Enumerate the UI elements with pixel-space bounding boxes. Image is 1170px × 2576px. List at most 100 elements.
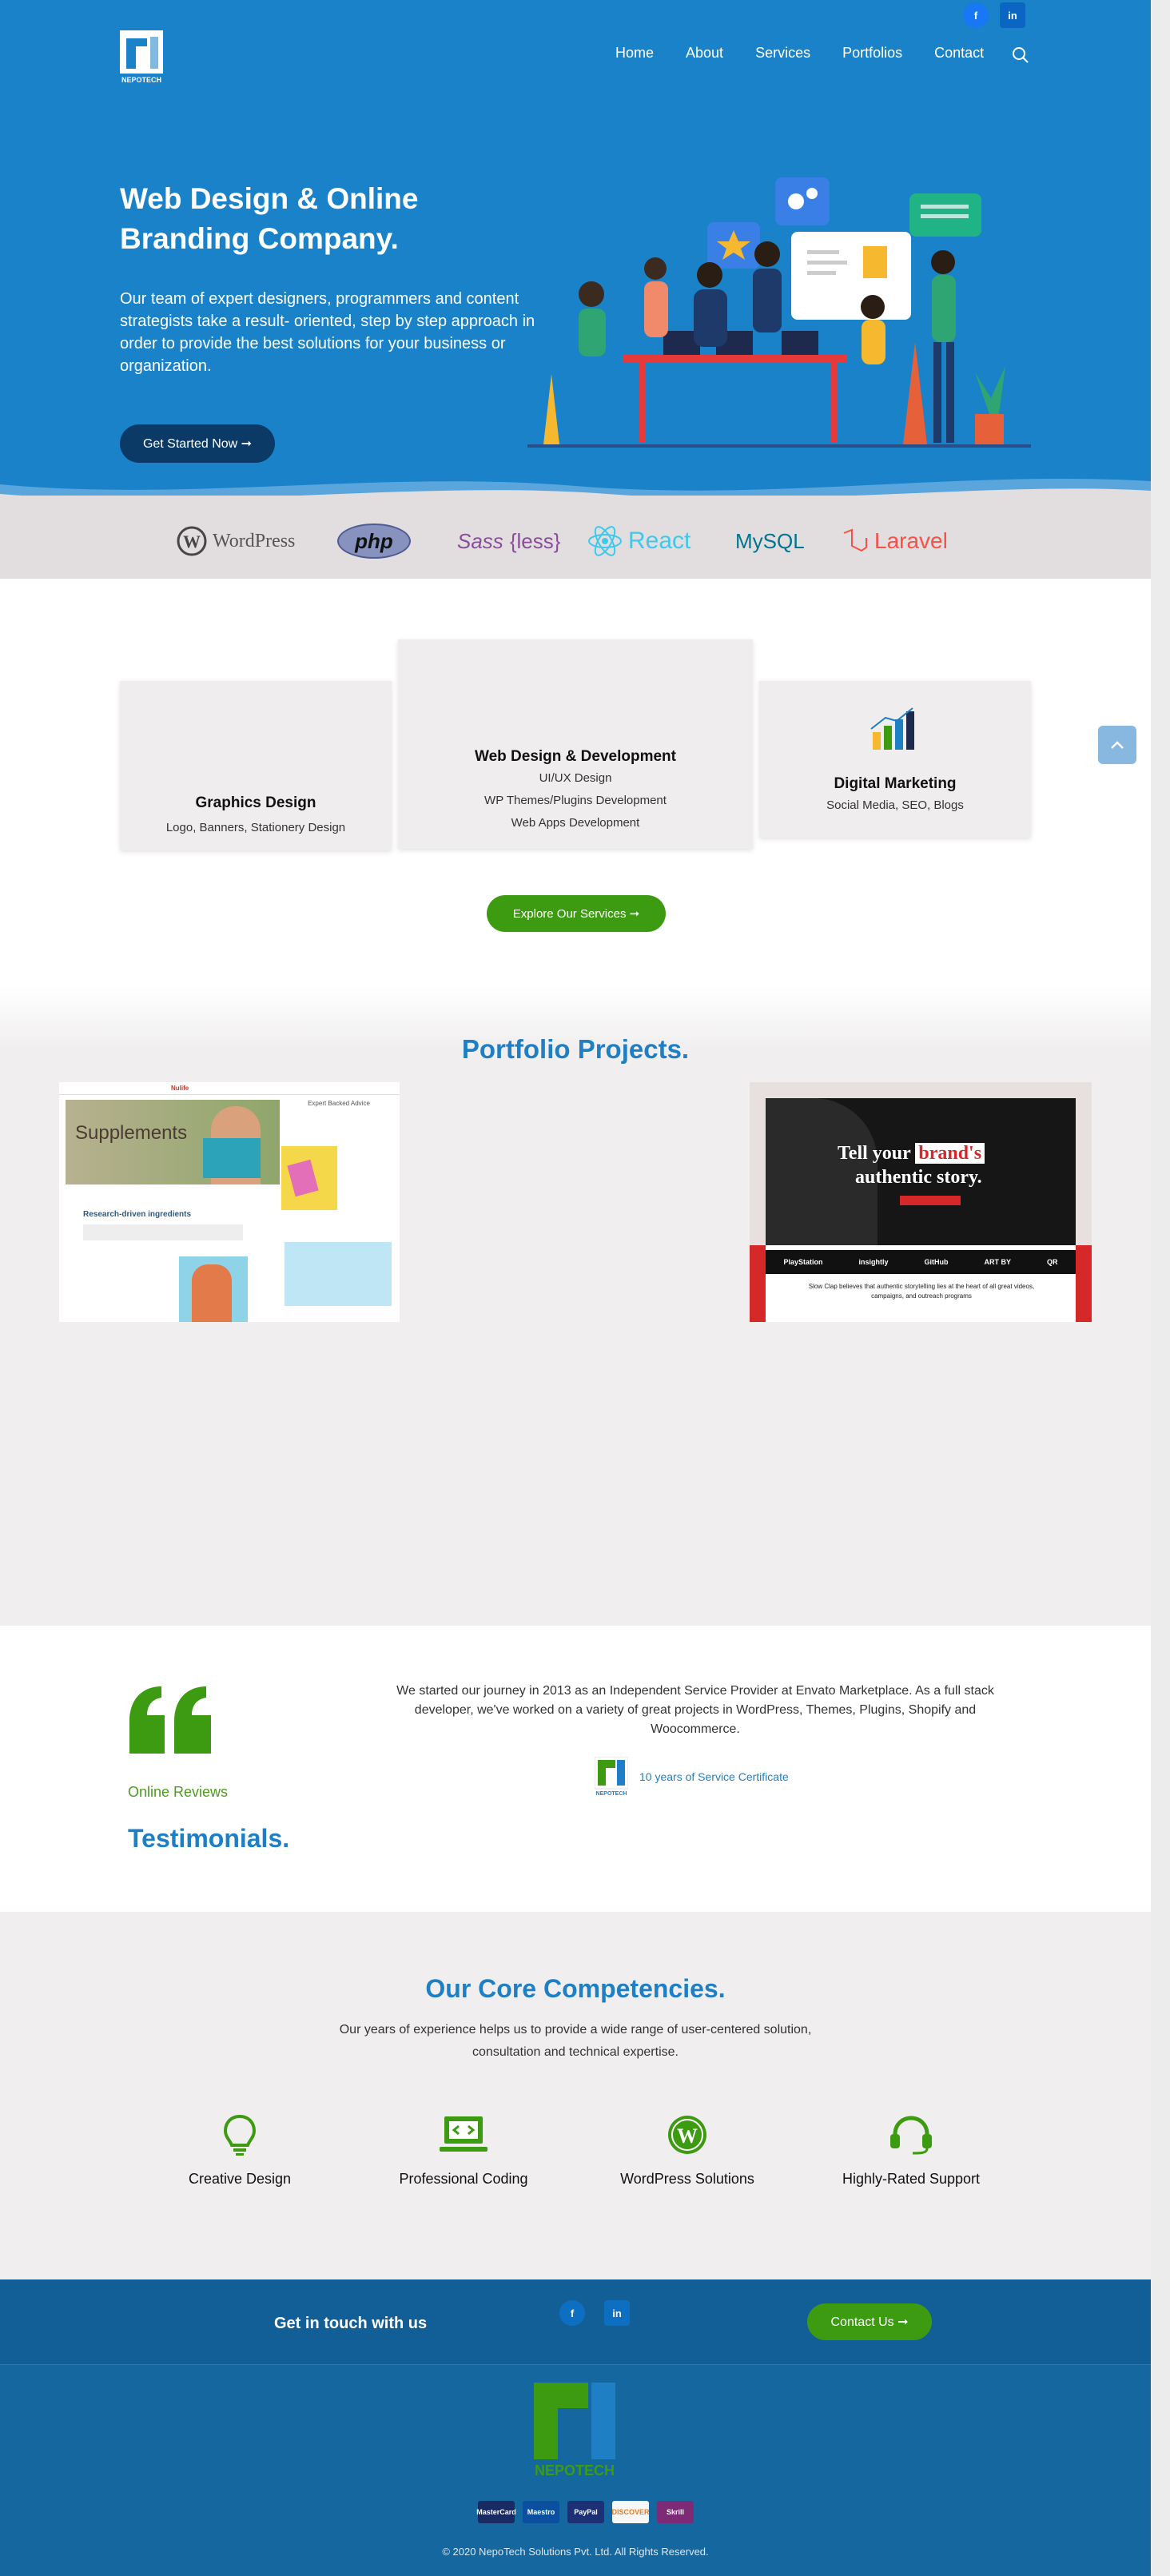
competency-professional-coding: Professional Coding [352, 2113, 575, 2188]
testimonial-text: We started our journey in 2013 as an Ind… [396, 1684, 994, 1736]
nav-portfolios[interactable]: Portfolios [842, 45, 902, 62]
linkedin-icon[interactable]: in [1000, 2, 1025, 28]
testimonials-section: Online Reviews Testimonials. We started … [0, 1626, 1151, 1912]
portfolio-section-label: Research-driven ingredients [83, 1210, 192, 1219]
service-line: Social Media, SEO, Blogs [826, 798, 964, 812]
competencies-section: Our Core Competencies. Our years of expe… [0, 1912, 1151, 2279]
laravel-label: Laravel [874, 528, 948, 553]
partner-artby: ART BY [984, 1258, 1011, 1266]
payment-methods: MasterCard Maestro PayPal DISCOVER Skril… [476, 2501, 694, 2523]
facebook-icon[interactable]: f [963, 2, 989, 28]
competency-creative-design: Creative Design [128, 2113, 352, 2188]
services-section: Graphics Design Logo, Banners, Stationer… [0, 579, 1151, 986]
mysql-logo: MySQL [735, 523, 805, 559]
chevron-up-icon [1111, 741, 1124, 749]
skrill-icon: Skrill [657, 2501, 694, 2523]
portfolio-highlight: brand's [915, 1143, 985, 1164]
portfolio-section: Portfolio Projects. Nulife Supplements E… [0, 986, 1151, 1626]
logo-wordmark: NEPOTECH [121, 76, 161, 84]
partner-insightly: insightly [858, 1258, 889, 1266]
lightbulb-icon [223, 2114, 257, 2156]
page-scrollbar[interactable] [1151, 0, 1170, 2576]
competency-label: Professional Coding [399, 2171, 528, 2187]
service-title: Digital Marketing [834, 775, 957, 792]
footer-logo-wordmark: NEPOTECH [535, 2463, 615, 2478]
portfolio-item-storytelling[interactable]: Tell your brand's authentic story. PlayS… [750, 1082, 1092, 1322]
react-icon [588, 526, 622, 556]
nav-services[interactable]: Services [755, 45, 810, 62]
header-social: f in [963, 2, 1025, 28]
service-card-webdesign[interactable]: Web Design & Development UI/UX Design WP… [398, 639, 753, 849]
linkedin-icon[interactable]: in [604, 2300, 630, 2326]
mastercard-icon: MasterCard [476, 2501, 516, 2523]
laravel-icon [843, 528, 867, 552]
wordpress-icon: W [177, 526, 207, 556]
portfolio-brand: Nulife [59, 1082, 400, 1095]
portfolio-headline: Tell your [838, 1143, 911, 1164]
nav-contact[interactable]: Contact [934, 45, 984, 62]
service-line: WP Themes/Plugins Development [484, 794, 667, 807]
portfolio-item-supplements[interactable]: Nulife Supplements Expert Backed Advice … [59, 1082, 400, 1322]
get-in-touch-label: Get in touch with us [274, 2315, 428, 2332]
certificate-logo-wordmark: NEPOTECH [596, 1791, 627, 1797]
service-line: UI/UX Design [539, 771, 612, 785]
sass-less-logo: Sass {less} [457, 523, 560, 559]
wordpress-logo: W WordPress [176, 523, 295, 559]
tech-logos-strip: W WordPress php Sass {less} React MySQL … [0, 496, 1151, 579]
get-started-button[interactable]: Get Started Now ➞ [120, 424, 275, 463]
partner-github: GitHub [924, 1258, 949, 1266]
certificate-logo: NEPOTECH [595, 1757, 628, 1797]
service-title: Graphics Design [195, 794, 316, 811]
portfolio-heading: Supplements [75, 1122, 188, 1144]
nav-home[interactable]: Home [615, 45, 654, 62]
testimonials-title: Testimonials. [128, 1824, 290, 1853]
service-certificate[interactable]: NEPOTECH 10 years of Service Certificate [595, 1757, 789, 1797]
less-label: {less} [509, 528, 561, 553]
footer-logo[interactable]: NEPOTECH [532, 2381, 617, 2480]
facebook-icon[interactable]: f [559, 2300, 585, 2326]
explore-services-button[interactable]: Explore Our Services ➞ [487, 895, 666, 932]
service-line: Logo, Banners, Stationery Design [165, 821, 346, 834]
quote-icon [129, 1686, 211, 1754]
nepotech-logo[interactable]: NEPOTECH [120, 30, 163, 85]
competency-wordpress: W WordPress Solutions [575, 2113, 799, 2188]
partner-logos: PlayStation insightly GitHub ART BY QR [766, 1250, 1076, 1274]
php-label: php [337, 524, 411, 559]
headset-icon [890, 2116, 932, 2155]
service-card-marketing[interactable]: Digital Marketing Social Media, SEO, Blo… [759, 681, 1031, 838]
portfolio-title: Portfolio Projects. [461, 1034, 690, 1064]
search-icon[interactable] [1012, 46, 1029, 64]
competencies-lead: Our years of experience helps us to prov… [339, 2023, 812, 2059]
react-label: React [628, 528, 691, 554]
service-card-graphics[interactable]: Graphics Design Logo, Banners, Stationer… [120, 681, 392, 850]
hero-title: Web Design & Online Branding Company. [120, 182, 419, 255]
wordpress-label: WordPress [213, 530, 296, 551]
mysql-label: MySQL [735, 528, 805, 553]
discover-icon: DISCOVER [612, 2501, 650, 2523]
laravel-logo: Laravel [841, 523, 948, 559]
nav-about[interactable]: About [686, 45, 723, 62]
competency-support: Highly-Rated Support [799, 2113, 1023, 2188]
service-line: Web Apps Development [511, 816, 640, 830]
partner-qr: QR [1046, 1258, 1058, 1266]
footer-bottom: NEPOTECH MasterCard Maestro PayPal DISCO… [0, 2364, 1151, 2576]
portfolio-tag: Expert Backed Advice [308, 1100, 370, 1107]
competency-label: WordPress Solutions [620, 2171, 754, 2187]
react-logo: React [587, 523, 690, 559]
partner-playstation: PlayStation [783, 1258, 823, 1266]
portfolio-headline-2: authentic story. [855, 1167, 982, 1188]
php-logo: php [337, 523, 411, 559]
competency-label: Highly-Rated Support [842, 2171, 981, 2187]
competencies-title: Our Core Competencies. [425, 1974, 726, 2003]
contact-us-button[interactable]: Contact Us ➞ [807, 2303, 932, 2340]
laptop-code-icon [440, 2116, 488, 2152]
team-illustration [527, 177, 1031, 448]
growth-chart-icon [870, 707, 914, 750]
svg-text:W: W [183, 532, 201, 551]
certificate-label[interactable]: 10 years of Service Certificate [639, 1770, 789, 1783]
copyright: © 2020 NepoTech Solutions Pvt. Ltd. All … [442, 2546, 709, 2558]
wordpress-icon: W [668, 2116, 706, 2154]
online-reviews-label: Online Reviews [128, 1784, 229, 1800]
scroll-to-top-button[interactable] [1098, 726, 1136, 764]
svg-text:W: W [677, 2124, 698, 2148]
